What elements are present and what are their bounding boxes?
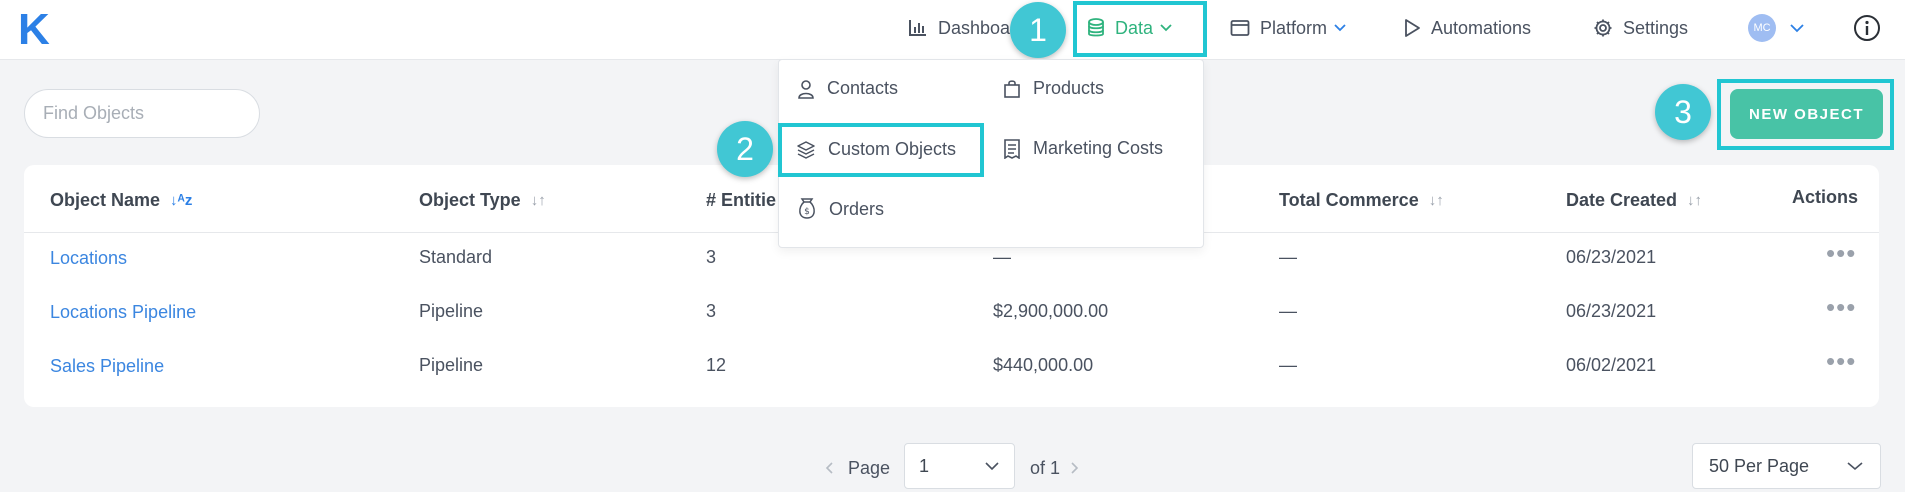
menu-item-custom-objects-inner: Custom Objects bbox=[796, 139, 956, 160]
svg-text:$: $ bbox=[804, 207, 810, 217]
money-bag-icon: $ bbox=[799, 198, 815, 219]
nav-platform-label: Platform bbox=[1260, 17, 1328, 38]
table-cell-commerce: — bbox=[1279, 301, 1297, 321]
shopping-bag-icon bbox=[1004, 79, 1020, 98]
table-cell-entities: 12 bbox=[706, 355, 727, 375]
chevron-right-icon bbox=[1071, 462, 1079, 474]
chevron-down-icon bbox=[1847, 462, 1863, 471]
column-header-entities[interactable]: # Entitie bbox=[706, 190, 776, 211]
menu-item-label: Marketing Costs bbox=[1033, 138, 1164, 158]
callout-badge-3: 3 bbox=[1655, 84, 1711, 140]
header-label: Actions bbox=[1792, 187, 1859, 207]
table-cell-date: 06/23/2021 bbox=[1566, 301, 1657, 321]
table-cell-type: Pipeline bbox=[419, 301, 484, 321]
sort-icon[interactable]: ↓↑ bbox=[1687, 192, 1702, 209]
menu-item-label: Orders bbox=[829, 198, 885, 219]
table-row-name-link[interactable]: Locations bbox=[50, 248, 127, 269]
table-row-name-link[interactable]: Locations Pipeline bbox=[50, 302, 196, 323]
table-cell-type: Standard bbox=[419, 247, 493, 267]
sort-asc-icon[interactable]: ↓ᴬz bbox=[170, 192, 192, 209]
highlight-data-nav bbox=[1073, 1, 1207, 57]
menu-item-label: Products bbox=[1033, 78, 1105, 98]
user-menu[interactable]: MC bbox=[1748, 0, 1806, 56]
per-page-select[interactable]: 50 Per Page bbox=[1692, 443, 1881, 489]
page-total-label: of 1 bbox=[1030, 457, 1061, 478]
layers-icon bbox=[797, 140, 815, 159]
menu-item-orders[interactable]: $ Orders bbox=[797, 198, 884, 220]
table-row-name-link[interactable]: Sales Pipeline bbox=[50, 356, 164, 377]
menu-item-marketing-costs[interactable]: Marketing Costs bbox=[1003, 138, 1163, 159]
avatar: MC bbox=[1748, 14, 1776, 42]
nav-platform[interactable]: Platform bbox=[1230, 0, 1347, 56]
pagination-next[interactable]: of 1 bbox=[1030, 444, 1080, 492]
search-input[interactable] bbox=[43, 103, 275, 124]
chevron-left-icon bbox=[825, 462, 833, 474]
table-cell-date: 06/23/2021 bbox=[1566, 247, 1657, 267]
column-header-actions: Actions bbox=[1792, 187, 1858, 208]
table-cell-commerce: — bbox=[1279, 247, 1297, 267]
column-header-total-commerce[interactable]: Total Commerce ↓↑ bbox=[1279, 190, 1444, 211]
row-actions-button[interactable]: ••• bbox=[1826, 292, 1856, 323]
table-cell-type: Pipeline bbox=[419, 355, 484, 375]
table-cell-commerce: — bbox=[1279, 355, 1297, 375]
nav-settings[interactable]: Settings bbox=[1593, 0, 1688, 56]
menu-item-label: Contacts bbox=[827, 78, 899, 98]
table-cell-value: $2,900,000.00 bbox=[993, 301, 1109, 321]
nav-automations[interactable]: Automations bbox=[1403, 0, 1531, 56]
table-cell-value: — bbox=[993, 247, 1011, 267]
header-label: # Entitie bbox=[706, 190, 777, 210]
sort-icon[interactable]: ↓↑ bbox=[531, 192, 546, 209]
column-header-object-type[interactable]: Object Type ↓↑ bbox=[419, 190, 546, 211]
table-cell-value: $440,000.00 bbox=[993, 355, 1094, 375]
receipt-icon bbox=[1004, 138, 1020, 159]
menu-item-custom-objects[interactable]: Custom Objects bbox=[778, 123, 984, 177]
app-logo[interactable]: K bbox=[18, 8, 50, 52]
row-actions-button[interactable]: ••• bbox=[1826, 346, 1856, 377]
per-page-value: 50 Per Page bbox=[1709, 455, 1810, 476]
table-cell-date: 06/02/2021 bbox=[1566, 355, 1657, 375]
header-label: Object Name bbox=[50, 190, 161, 210]
pagination-prev[interactable]: Page bbox=[824, 444, 890, 492]
menu-item-contacts[interactable]: Contacts bbox=[797, 78, 898, 99]
gear-icon bbox=[1594, 19, 1612, 37]
menu-item-label: Custom Objects bbox=[828, 139, 957, 159]
search-box bbox=[24, 89, 275, 138]
nav-automations-label: Automations bbox=[1431, 17, 1532, 38]
new-object-button[interactable]: NEW OBJECT bbox=[1730, 89, 1883, 139]
column-header-object-name[interactable]: Object Name ↓ᴬz bbox=[50, 190, 192, 211]
row-actions-button[interactable]: ••• bbox=[1826, 238, 1856, 269]
table-cell-entities: 3 bbox=[706, 247, 717, 267]
nav-settings-label: Settings bbox=[1623, 17, 1689, 38]
nav-dashboard[interactable]: Dashboard bbox=[908, 0, 1026, 56]
chevron-down-icon bbox=[1334, 24, 1346, 32]
chevron-down-icon bbox=[985, 462, 999, 471]
window-icon bbox=[1230, 20, 1250, 36]
bar-chart-icon bbox=[909, 20, 926, 36]
chevron-down-icon bbox=[1790, 24, 1804, 33]
column-header-date-created[interactable]: Date Created ↓↑ bbox=[1566, 190, 1702, 211]
page-number-select[interactable]: 1 bbox=[904, 443, 1015, 489]
callout-badge-2: 2 bbox=[717, 121, 773, 177]
current-page-value: 1 bbox=[919, 455, 930, 476]
info-button[interactable] bbox=[1853, 0, 1891, 56]
menu-item-products[interactable]: Products bbox=[1003, 78, 1104, 99]
header-label: Date Created bbox=[1566, 190, 1678, 210]
callout-badge-1: 1 bbox=[1010, 2, 1066, 58]
header-label: Total Commerce bbox=[1279, 190, 1419, 210]
top-navbar: K Dashboard Data Platform Automations Se… bbox=[0, 0, 1905, 60]
header-label: Object Type bbox=[419, 190, 521, 210]
sort-icon[interactable]: ↓↑ bbox=[1429, 192, 1444, 209]
page-label: Page bbox=[848, 457, 891, 478]
person-icon bbox=[798, 79, 814, 99]
play-icon bbox=[1405, 19, 1420, 37]
table-cell-entities: 3 bbox=[706, 301, 717, 321]
info-icon bbox=[1854, 15, 1880, 41]
